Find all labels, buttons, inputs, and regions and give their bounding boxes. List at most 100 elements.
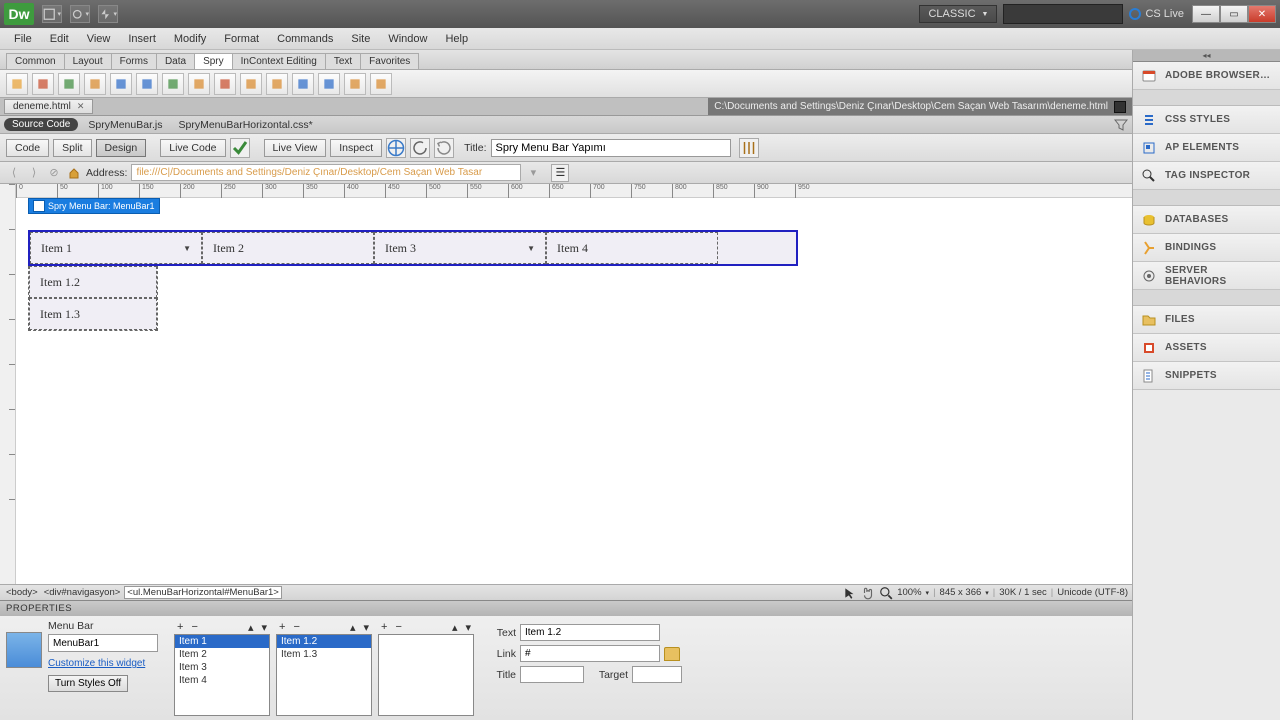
close-icon[interactable]: ✕ (77, 101, 85, 112)
menu-item-0[interactable]: Item 1▼ (30, 232, 202, 264)
spry-insert-icon-7[interactable] (188, 73, 210, 95)
up-icon[interactable]: ▴ (449, 621, 461, 634)
remove-icon[interactable]: − (188, 621, 200, 633)
panel-assets[interactable]: ASSETS (1133, 334, 1280, 362)
add-icon[interactable]: + (378, 621, 390, 633)
widget-name-input[interactable] (48, 634, 158, 652)
page-title-input[interactable] (491, 139, 731, 157)
spry-insert-icon-9[interactable] (240, 73, 262, 95)
spry-insert-icon-0[interactable] (6, 73, 28, 95)
file-mgmt-icon[interactable] (739, 138, 759, 158)
menu-window[interactable]: Window (380, 31, 435, 47)
spry-widget-tag[interactable]: Spry Menu Bar: MenuBar1 (28, 198, 160, 214)
down-icon[interactable]: ▾ (462, 621, 474, 634)
insert-tab-spry[interactable]: Spry (194, 53, 233, 69)
spry-insert-icon-14[interactable] (370, 73, 392, 95)
forward-icon[interactable]: ⟩ (26, 165, 42, 181)
remove-icon[interactable]: − (290, 621, 302, 633)
workspace-switcher[interactable]: CLASSIC▼ (919, 5, 997, 23)
panel-files[interactable]: FILES (1133, 306, 1280, 334)
insert-tab-layout[interactable]: Layout (64, 53, 112, 69)
maximize-button[interactable]: ▭ (1220, 5, 1248, 23)
extend-dropdown[interactable] (70, 5, 90, 23)
dimensions-value[interactable]: 845 x 366 (940, 587, 982, 598)
remove-icon[interactable]: − (392, 621, 404, 633)
address-dropdown-icon[interactable]: ▾ (525, 165, 541, 181)
spry-insert-icon-13[interactable] (344, 73, 366, 95)
menu-view[interactable]: View (79, 31, 119, 47)
tag-selector[interactable]: <body> (4, 587, 40, 598)
panel-snippets[interactable]: SNIPPETS (1133, 362, 1280, 390)
submenu-item-1[interactable]: Item 1.3 (29, 298, 157, 330)
source-code-chip[interactable]: Source Code (4, 118, 78, 131)
panel-server-behaviors[interactable]: SERVER BEHAVIORS (1133, 262, 1280, 290)
pointer-icon[interactable] (843, 586, 857, 600)
panel-tag-inspector[interactable]: TAG INSPECTOR (1133, 162, 1280, 190)
spry-insert-icon-1[interactable] (32, 73, 54, 95)
menu-commands[interactable]: Commands (269, 31, 341, 47)
title-input[interactable] (520, 666, 584, 683)
save-icon[interactable] (1114, 101, 1126, 113)
menu-insert[interactable]: Insert (120, 31, 164, 47)
menu-format[interactable]: Format (216, 31, 267, 47)
list-item[interactable]: Item 4 (175, 674, 269, 687)
zoom-value[interactable]: 100% (897, 587, 921, 598)
close-button[interactable]: ✕ (1248, 5, 1276, 23)
menu-site[interactable]: Site (343, 31, 378, 47)
design-canvas[interactable]: Spry Menu Bar: MenuBar1 Item 1▼Item 2Ite… (16, 198, 1132, 584)
browse-icon[interactable] (664, 647, 680, 661)
filter-icon[interactable] (1114, 118, 1128, 132)
link-input[interactable] (520, 645, 660, 662)
down-icon[interactable]: ▾ (360, 621, 372, 634)
list-item[interactable]: Item 3 (175, 661, 269, 674)
collapse-handle[interactable]: ◂◂ (1133, 50, 1280, 62)
text-input[interactable] (520, 624, 660, 641)
list-item[interactable]: Item 1.3 (277, 648, 371, 661)
spry-insert-icon-11[interactable] (292, 73, 314, 95)
home-icon[interactable] (66, 165, 82, 181)
spry-menubar-widget[interactable]: Item 1▼Item 2Item 3▼Item 4 (28, 230, 798, 266)
design-view-button[interactable]: Design (96, 139, 147, 157)
spry-insert-icon-5[interactable] (136, 73, 158, 95)
cslive-button[interactable]: CS Live (1129, 8, 1184, 20)
panel-databases[interactable]: DATABASES (1133, 206, 1280, 234)
turn-styles-off-button[interactable]: Turn Styles Off (48, 675, 128, 692)
menu-item-3[interactable]: Item 4 (546, 232, 718, 264)
down-icon[interactable]: ▾ (258, 621, 270, 634)
add-icon[interactable]: + (276, 621, 288, 633)
menu-item-2[interactable]: Item 3▼ (374, 232, 546, 264)
panel-css-styles[interactable]: CSS STYLES (1133, 106, 1280, 134)
minimize-button[interactable]: — (1192, 5, 1220, 23)
panel-ap-elements[interactable]: AP ELEMENTS (1133, 134, 1280, 162)
spry-insert-icon-3[interactable] (84, 73, 106, 95)
tag-selector[interactable]: <ul.MenuBarHorizontal#MenuBar1> (124, 586, 282, 599)
hand-icon[interactable] (861, 586, 875, 600)
site-dropdown[interactable] (98, 5, 118, 23)
add-icon[interactable]: + (174, 621, 186, 633)
related-file[interactable]: SpryMenuBarHorizontal.css* (173, 118, 319, 132)
spry-insert-icon-8[interactable] (214, 73, 236, 95)
submenu-item-0[interactable]: Item 1.2 (29, 266, 157, 298)
customize-link[interactable]: Customize this widget (48, 658, 168, 669)
insert-tab-text[interactable]: Text (325, 53, 361, 69)
list-item[interactable]: Item 2 (175, 648, 269, 661)
check-icon[interactable] (230, 138, 250, 158)
properties-header[interactable]: PROPERTIES (0, 600, 1132, 616)
menu-modify[interactable]: Modify (166, 31, 214, 47)
insert-tab-incontext-editing[interactable]: InContext Editing (232, 53, 326, 69)
list-item[interactable]: Item 1.2 (277, 635, 371, 648)
target-input[interactable] (632, 666, 682, 683)
spry-insert-icon-12[interactable] (318, 73, 340, 95)
panel-bindings[interactable]: BINDINGS (1133, 234, 1280, 262)
refresh-icon[interactable] (434, 138, 454, 158)
document-tab[interactable]: deneme.html✕ (4, 99, 93, 114)
menu-help[interactable]: Help (437, 31, 476, 47)
insert-tab-favorites[interactable]: Favorites (360, 53, 419, 69)
tag-selector[interactable]: <div#navigasyon> (42, 587, 123, 598)
list-item[interactable]: Item 1 (175, 635, 269, 648)
layout-dropdown[interactable] (42, 5, 62, 23)
split-view-button[interactable]: Split (53, 139, 91, 157)
insert-tab-forms[interactable]: Forms (111, 53, 157, 69)
options-icon[interactable]: ☰ (551, 164, 569, 182)
code-view-button[interactable]: Code (6, 139, 49, 157)
